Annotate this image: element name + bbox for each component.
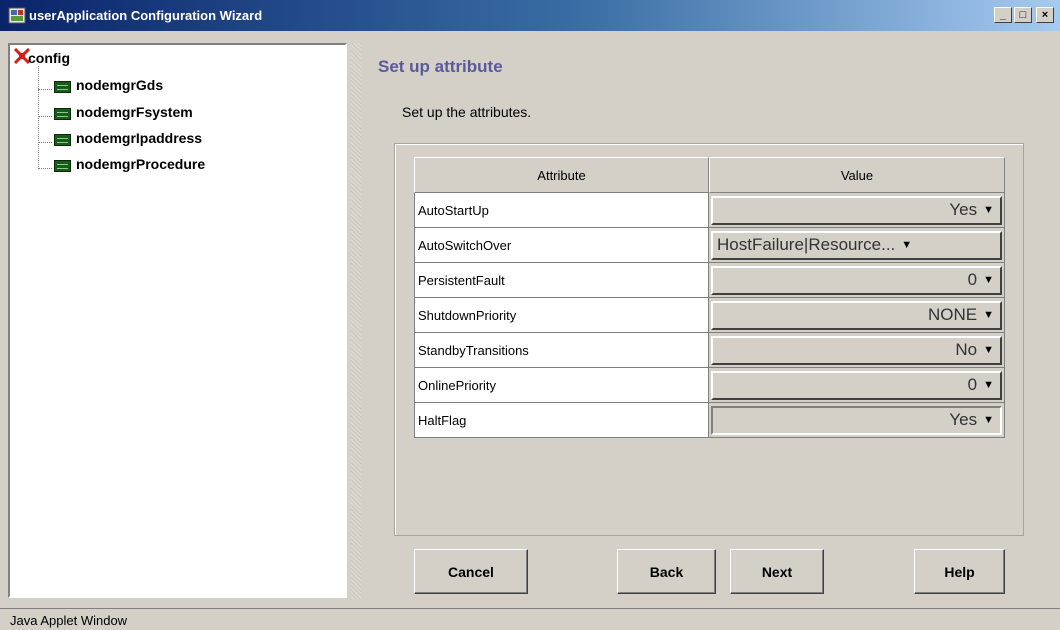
value-cell: Yes ▼ (709, 193, 1005, 228)
value-cell: No ▼ (709, 333, 1005, 368)
persistentfault-dropdown[interactable]: 0 ▼ (711, 265, 1002, 295)
value-cell: NONE ▼ (709, 298, 1005, 333)
app-icon (8, 7, 26, 24)
chevron-down-icon: ▼ (983, 414, 994, 426)
value-cell: 0 ▼ (709, 263, 1005, 298)
value-cell: HostFailure|Resource... ▼ (709, 228, 1005, 263)
table-row: PersistentFault 0 ▼ (414, 263, 1005, 298)
autostartup-dropdown[interactable]: Yes ▼ (711, 195, 1002, 225)
dropdown-value: No (955, 340, 978, 359)
chevron-down-icon: ▼ (983, 274, 994, 286)
title-bar[interactable]: userApplication Configuration Wizard _ □… (0, 0, 1060, 31)
maximize-icon: □ (1019, 8, 1027, 21)
table-row: OnlinePriority 0 ▼ (414, 368, 1005, 403)
table-row: AutoSwitchOver HostFailure|Resource... ▼ (414, 228, 1005, 263)
tree-branch (38, 89, 52, 90)
table-header: Attribute Value (414, 157, 1005, 193)
dropdown-value: NONE (927, 305, 978, 324)
attribute-cell[interactable]: PersistentFault (414, 263, 709, 298)
standbytransitions-dropdown[interactable]: No ▼ (711, 335, 1002, 365)
dropdown-value: 0 (967, 375, 978, 394)
attribute-cell[interactable]: AutoStartUp (414, 193, 709, 228)
dropdown-value: Yes (949, 410, 978, 429)
window-controls: _ □ × (994, 7, 1054, 23)
wizard-window: userApplication Configuration Wizard _ □… (0, 0, 1060, 630)
attribute-cell[interactable]: OnlinePriority (414, 368, 709, 403)
status-bar: Java Applet Window (0, 608, 1060, 630)
dropdown-value: Yes (949, 200, 978, 219)
minimize-icon: _ (999, 8, 1007, 21)
node-icon (54, 81, 71, 93)
column-header-value[interactable]: Value (709, 157, 1005, 193)
tree-item-nodemgrgds[interactable]: nodemgrGds (76, 77, 163, 93)
table-row: HaltFlag Yes ▼ (414, 403, 1005, 438)
chevron-down-icon: ▼ (983, 204, 994, 216)
status-text: Java Applet Window (10, 613, 128, 628)
tree-branch (38, 168, 52, 169)
tree-item-nodemgrfsystem[interactable]: nodemgrFsystem (76, 104, 193, 120)
tree-branch (38, 116, 52, 117)
attribute-cell[interactable]: HaltFlag (414, 403, 709, 438)
dropdown-value: 0 (967, 270, 978, 289)
minimize-button[interactable]: _ (994, 7, 1012, 23)
value-cell: 0 ▼ (709, 368, 1005, 403)
page-title: Set up attribute (378, 57, 503, 76)
config-tree[interactable]: config nodemgrGds nodemgrFsystem nodemgr… (8, 43, 347, 598)
onlinepriority-dropdown[interactable]: 0 ▼ (711, 370, 1002, 400)
table-row: ShutdownPriority NONE ▼ (414, 298, 1005, 333)
dropdown-value: HostFailure|Resource... (717, 235, 896, 254)
chevron-down-icon: ▼ (901, 239, 913, 251)
close-icon: × (1041, 8, 1049, 21)
tree-branch (38, 142, 52, 143)
haltflag-dropdown[interactable]: Yes ▼ (711, 405, 1002, 435)
attribute-cell[interactable]: ShutdownPriority (414, 298, 709, 333)
tree-connector (38, 66, 39, 169)
node-icon (54, 134, 71, 146)
tree-root-config[interactable]: config (28, 50, 70, 66)
help-button[interactable]: Help (914, 549, 1005, 594)
tree-item-nodemgrprocedure[interactable]: nodemgrProcedure (76, 156, 205, 172)
attribute-table: Attribute Value AutoStartUp Yes ▼ AutoSw… (414, 157, 1005, 438)
attribute-cell[interactable]: StandbyTransitions (414, 333, 709, 368)
maximize-button[interactable]: □ (1014, 7, 1032, 23)
close-button[interactable]: × (1036, 7, 1054, 23)
node-icon (54, 160, 71, 172)
node-icon (54, 108, 71, 120)
tree-item-nodemgripaddress[interactable]: nodemgrIpaddress (76, 130, 202, 146)
chevron-down-icon: ▼ (983, 344, 994, 356)
chevron-down-icon: ▼ (983, 309, 994, 321)
table-row: StandbyTransitions No ▼ (414, 333, 1005, 368)
autoswitchover-dropdown[interactable]: HostFailure|Resource... ▼ (711, 230, 1002, 260)
table-row: AutoStartUp Yes ▼ (414, 193, 1005, 228)
column-header-attribute[interactable]: Attribute (414, 157, 709, 193)
cancel-button[interactable]: Cancel (414, 549, 528, 594)
shutdownpriority-dropdown[interactable]: NONE ▼ (711, 300, 1002, 330)
chevron-down-icon: ▼ (983, 379, 994, 391)
page-description: Set up the attributes. (402, 104, 532, 120)
split-pane-divider[interactable] (351, 43, 361, 599)
attribute-cell[interactable]: AutoSwitchOver (414, 228, 709, 263)
back-button[interactable]: Back (617, 549, 716, 594)
window-title: userApplication Configuration Wizard (29, 8, 263, 23)
next-button[interactable]: Next (730, 549, 824, 594)
value-cell: Yes ▼ (709, 403, 1005, 438)
